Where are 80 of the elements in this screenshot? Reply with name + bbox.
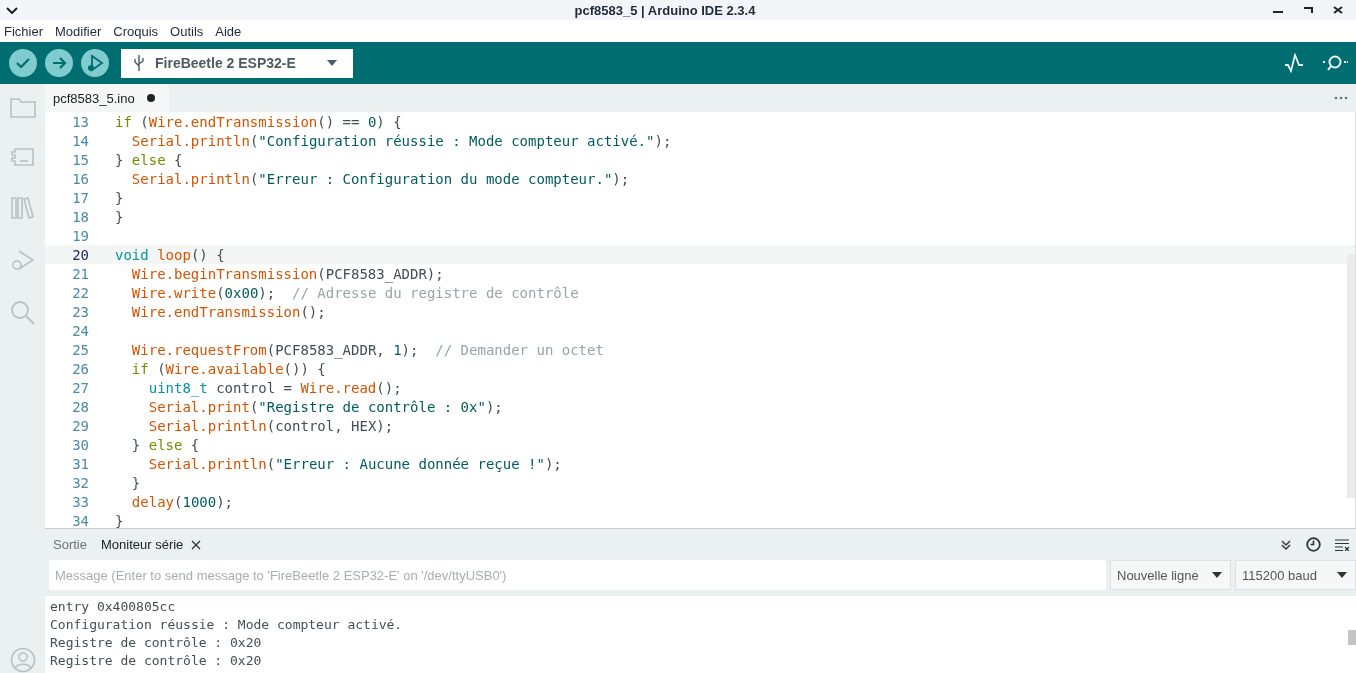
line-number: 25 xyxy=(71,341,89,358)
line-number: 22 xyxy=(71,284,89,301)
line-number: 26 xyxy=(71,360,89,377)
line-number: 15 xyxy=(71,151,89,168)
output-line: entry 0x400805cc xyxy=(50,598,177,616)
output-line: Configuration réussie : Mode compteur activé. xyxy=(50,616,404,634)
code-line: } else { xyxy=(130,436,200,453)
window-title: pcf8583_5 | Arduino IDE 2.3.4 xyxy=(573,2,757,18)
panel-tab[interactable]: Moniteur série xyxy=(100,537,202,552)
close-icon[interactable] xyxy=(191,539,202,550)
line-number: 29 xyxy=(71,417,89,434)
code-line: Wire.write(0x00); // Adresse du registre de contrôle xyxy=(130,284,579,301)
message-input[interactable]: Message (Enter to send message to 'FireBeetle 2 ESP32-E' on '/dev/ttyUSB0') xyxy=(49,560,1106,590)
maximize-icon[interactable] xyxy=(1302,6,1314,14)
more-icon[interactable] xyxy=(1334,96,1348,100)
line-number: 30 xyxy=(71,436,89,453)
file-tab[interactable]: pcf8583_5.ino xyxy=(45,84,169,112)
code-line: } xyxy=(115,512,124,528)
code-line: void loop() { xyxy=(115,246,225,263)
line-number: 32 xyxy=(71,474,89,491)
line-number: 28 xyxy=(71,398,89,415)
clock-icon[interactable] xyxy=(1306,537,1321,552)
line-number: 14 xyxy=(71,132,89,149)
menu-item[interactable]: Modifier xyxy=(55,23,102,39)
code-line: delay(1000); xyxy=(130,493,234,510)
line-number: 23 xyxy=(71,303,89,320)
line-number: 13 xyxy=(71,113,89,130)
board-name: FireBeetle 2 ESP32-E xyxy=(155,55,297,71)
line-number: 33 xyxy=(71,493,89,510)
scrollbar-thumb[interactable] xyxy=(1348,630,1356,645)
serial-monitor-icon[interactable] xyxy=(1322,53,1348,73)
code-line: } xyxy=(115,208,124,225)
code-line: if (Wire.endTransmission() == 0) { xyxy=(115,113,402,130)
panel-tab[interactable]: Sortie xyxy=(53,537,87,552)
caret-icon xyxy=(1337,572,1347,578)
line-number: 24 xyxy=(71,322,89,339)
debug-icon xyxy=(85,53,105,73)
code-line: Wire.endTransmission(); xyxy=(130,303,326,320)
menu-item[interactable]: Croquis xyxy=(113,23,159,39)
code-line: Serial.println("Erreur : Aucune donnée reçue !"); xyxy=(147,455,562,472)
line-number: 20 xyxy=(71,246,89,263)
line-number: 21 xyxy=(71,265,89,282)
code-line: } xyxy=(115,189,124,206)
line-number: 17 xyxy=(71,189,89,206)
code-line: uint8_t control = Wire.read(); xyxy=(147,379,402,396)
chevron-icon[interactable] xyxy=(6,6,18,14)
line-number: 34 xyxy=(71,512,89,528)
code-line: } xyxy=(130,474,141,491)
board-selector[interactable]: FireBeetle 2 ESP32-E xyxy=(121,48,353,78)
line-number: 19 xyxy=(71,227,89,244)
code-line: Serial.println("Erreur : Configuration du mode compteur."); xyxy=(130,170,630,187)
line-number: 16 xyxy=(71,170,89,187)
line-number: 27 xyxy=(71,379,89,396)
code-line: Serial.println("Configuration réussie : Mode compteur activé."); xyxy=(130,132,672,149)
serial-plotter-icon[interactable] xyxy=(1284,53,1304,73)
code-line: Wire.beginTransmission(PCF8583_ADDR); xyxy=(130,265,444,282)
caret-icon xyxy=(327,60,337,66)
output-line: Registre de contrôle : 0x20 xyxy=(50,652,263,670)
code-line: } else { xyxy=(115,151,183,168)
upload-button[interactable] xyxy=(45,49,73,77)
line-number: 18 xyxy=(71,208,89,225)
baud-rate-dropdown[interactable]: 115200 baud xyxy=(1235,560,1356,590)
clear-output-icon[interactable] xyxy=(1335,538,1350,551)
code-line: if (Wire.available()) { xyxy=(130,360,326,377)
line-ending-dropdown[interactable]: Nouvelle ligne xyxy=(1110,560,1231,590)
line-number: 31 xyxy=(71,455,89,472)
code-line: Serial.println(control, HEX); xyxy=(147,417,394,434)
output-line: Registre de contrôle : 0x20 xyxy=(50,634,263,652)
scrollbar-thumb[interactable] xyxy=(1347,254,1355,498)
menu-item[interactable]: Fichier xyxy=(4,23,43,39)
verify-button[interactable] xyxy=(9,49,37,77)
debug-button[interactable] xyxy=(81,49,109,77)
menu-item[interactable]: Outils xyxy=(170,23,204,39)
autoscroll-icon[interactable] xyxy=(1280,538,1292,551)
code-line: Wire.requestFrom(PCF8583_ADDR, 1); // Demander un octet xyxy=(130,341,604,358)
code-line: Serial.print("Registre de contrôle : 0x"); xyxy=(147,398,503,415)
caret-icon xyxy=(1212,572,1222,578)
menu-item[interactable]: Aide xyxy=(215,23,242,39)
close-icon[interactable] xyxy=(1332,6,1344,14)
usb-icon xyxy=(133,54,145,72)
